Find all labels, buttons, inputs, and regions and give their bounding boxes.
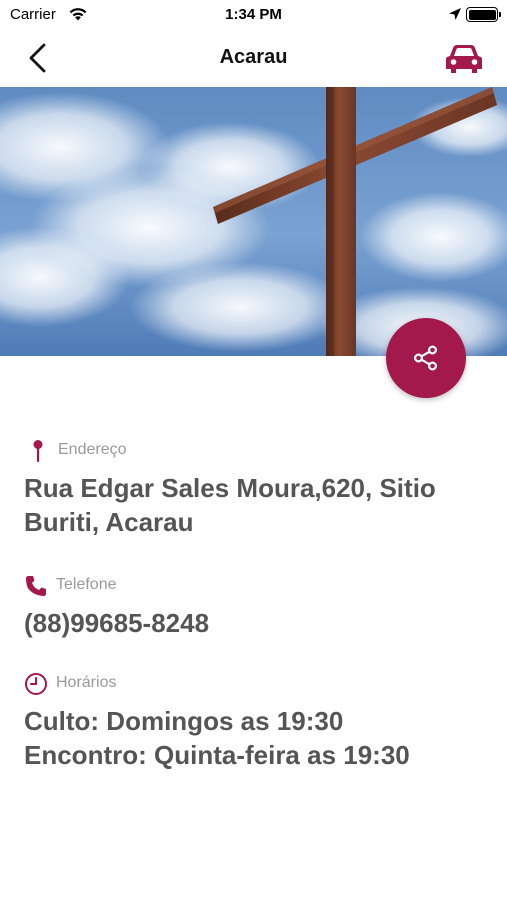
hours-label: Horários bbox=[56, 674, 117, 691]
share-icon bbox=[413, 345, 438, 371]
phone-icon bbox=[26, 576, 46, 596]
status-time: 1:34 PM bbox=[225, 6, 282, 23]
phone-label-row: Telefone bbox=[24, 574, 494, 596]
phone-section: Telefone (88)99685-8248 bbox=[24, 574, 494, 640]
directions-car-button[interactable] bbox=[444, 42, 484, 76]
hero-image bbox=[0, 87, 507, 356]
cross-sky-illustration bbox=[0, 87, 507, 356]
share-button[interactable] bbox=[386, 318, 466, 398]
back-button[interactable] bbox=[24, 42, 54, 74]
clock-icon bbox=[25, 673, 47, 695]
phone-value[interactable]: (88)99685-8248 bbox=[24, 606, 494, 640]
address-label-row: Endereço bbox=[24, 439, 494, 462]
nav-bar: Acarau bbox=[0, 30, 507, 87]
page-title: Acarau bbox=[219, 46, 288, 68]
address-value: Rua Edgar Sales Moura,620, Sitio Buriti,… bbox=[24, 473, 436, 537]
hours-values: Culto: Domingos as 19:30 Encontro: Quint… bbox=[24, 704, 494, 772]
pin-icon bbox=[33, 440, 43, 462]
hours-label-row: Horários bbox=[24, 672, 494, 695]
location-arrow-icon bbox=[449, 8, 461, 20]
status-bar: Carrier 1:34 PM bbox=[0, 0, 507, 30]
battery-icon bbox=[466, 7, 498, 22]
battery-tip bbox=[499, 12, 501, 17]
hours-line-worship: Culto: Domingos as 19:30 bbox=[24, 706, 344, 736]
car-icon bbox=[446, 45, 482, 73]
phone-label: Telefone bbox=[56, 576, 117, 593]
chevron-left-icon bbox=[29, 43, 46, 73]
hours-line-meeting: Encontro: Quinta-feira as 19:30 bbox=[24, 740, 410, 770]
hours-section: Horários Culto: Domingos as 19:30 Encont… bbox=[24, 672, 494, 772]
address-section: Endereço Rua Edgar Sales Moura,620, Siti… bbox=[24, 439, 494, 539]
address-label: Endereço bbox=[58, 441, 127, 458]
